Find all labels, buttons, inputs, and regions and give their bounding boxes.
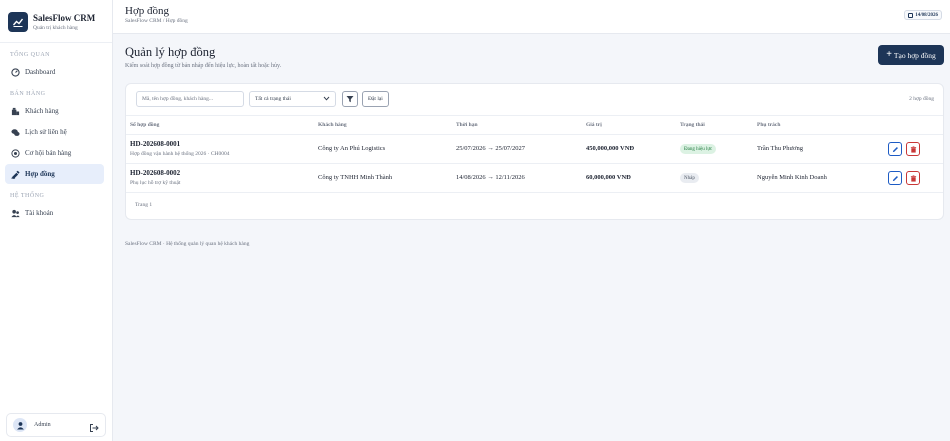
- sidebar-item-label: Lịch sử liên hệ: [25, 128, 67, 136]
- contract-description: Phụ lục hỗ trợ kỹ thuật: [130, 180, 181, 186]
- sidebar-item-dashboard[interactable]: Dashboard: [5, 62, 104, 82]
- filter-icon: [346, 90, 354, 108]
- column-header: Thời hạn: [456, 122, 478, 128]
- main-content: Quản lý hợp đồng Kiểm soát hợp đồng từ b…: [113, 34, 950, 441]
- status-select[interactable]: Tất cả trạng thái: [249, 91, 336, 107]
- user-name: Admin: [34, 422, 51, 428]
- status-badge: Đang hiệu lực: [680, 144, 717, 154]
- edit-button[interactable]: [888, 142, 902, 156]
- owner-name: Nguyễn Minh Kinh Doanh: [757, 174, 827, 181]
- search-placeholder: Mã, tên hợp đồng, khách hàng...: [142, 96, 214, 102]
- customer-name: Công ty An Phú Logistics: [318, 145, 386, 152]
- page-title: Quản lý hợp đồng: [125, 45, 216, 59]
- pagination: Trang 1: [135, 202, 153, 208]
- dashboard-icon: [10, 67, 20, 77]
- topbar: Hợp đồng SalesFlow CRM / Hợp đồng 14/08/…: [113, 0, 950, 34]
- page-subtitle: Kiểm soát hợp đồng từ bản nháp đến hiệu …: [125, 63, 282, 69]
- edit-button[interactable]: [888, 171, 902, 185]
- nav-section-overview: TỔNG QUAN: [10, 52, 50, 58]
- column-header: Giá trị: [586, 122, 602, 128]
- filter-bar: Mã, tên hợp đồng, khách hàng... Tất cả t…: [136, 91, 389, 107]
- user-panel: Admin: [6, 413, 106, 437]
- contract-value: 450,000,000 VNĐ: [586, 145, 635, 152]
- customer-name: Công ty TNHH Minh Thành: [318, 174, 393, 181]
- pencil-icon: [892, 146, 898, 152]
- date-text: 14/08/2026: [915, 12, 938, 18]
- brand-subtitle: Quản trị khách hàng: [33, 24, 78, 31]
- page-footer: SalesFlow CRM · Hệ thống quản lý quan hệ…: [125, 241, 250, 247]
- contract-code[interactable]: HD-202608-0002: [130, 169, 180, 177]
- nav-section-system: HỆ THỐNG: [10, 193, 45, 199]
- filter-button[interactable]: [342, 91, 358, 107]
- topbar-title: Hợp đồng: [125, 5, 170, 17]
- sidebar-item-contracts[interactable]: Hợp đồng: [5, 164, 104, 184]
- calendar-icon: [908, 12, 914, 18]
- sidebar-item-contact-history[interactable]: Lịch sử liên hệ: [5, 122, 104, 142]
- logout-icon[interactable]: [89, 420, 99, 432]
- column-header: Khách hàng: [318, 122, 347, 128]
- reset-button[interactable]: Đặt lại: [362, 91, 389, 107]
- column-header: Số hợp đồng: [130, 122, 160, 128]
- delete-button[interactable]: [906, 171, 920, 185]
- owner-name: Trần Thu Phương: [757, 145, 803, 152]
- sidebar-item-label: Tài khoản: [25, 209, 54, 217]
- users-icon: [10, 208, 20, 218]
- divider: [0, 42, 112, 43]
- date-badge: 14/08/2026: [904, 10, 942, 20]
- nav-section-sales: BÁN HÀNG: [10, 91, 46, 97]
- search-input[interactable]: Mã, tên hợp đồng, khách hàng...: [136, 91, 244, 107]
- sidebar-item-accounts[interactable]: Tài khoản: [5, 203, 104, 223]
- target-icon: [10, 148, 20, 158]
- sidebar-item-opportunities[interactable]: Cơ hội bán hàng: [5, 143, 104, 163]
- column-header: Phụ trách: [757, 122, 781, 128]
- create-contract-button[interactable]: + Tạo hợp đồng: [878, 45, 944, 65]
- sidebar: SalesFlow CRM Quản trị khách hàng TỔNG Q…: [0, 0, 113, 441]
- contract-icon: [10, 169, 20, 179]
- plus-icon: +: [886, 49, 892, 60]
- user-avatar-icon: [13, 418, 27, 432]
- column-header: Trạng thái: [680, 122, 705, 128]
- contract-code[interactable]: HD-202608-0001: [130, 140, 180, 148]
- brand[interactable]: SalesFlow CRM Quản trị khách hàng: [0, 0, 112, 34]
- pencil-icon: [892, 175, 898, 181]
- table-row[interactable]: HD-202608-0001 Hợp đồng vận hành hệ thốn…: [126, 135, 943, 164]
- breadcrumb: SalesFlow CRM / Hợp đồng: [125, 18, 188, 24]
- chevron-down-icon: [323, 96, 330, 103]
- contract-description: Hợp đồng vận hành hệ thống 2026 · CH0004: [130, 151, 230, 157]
- trash-icon: [910, 145, 916, 153]
- table-header: Số hợp đồng Khách hàng Thời hạn Giá trị …: [126, 115, 943, 135]
- contracts-card: Mã, tên hợp đồng, khách hàng... Tất cả t…: [125, 83, 944, 220]
- building-icon: [10, 106, 20, 116]
- contract-count: 2 hợp đồng: [909, 96, 934, 102]
- brand-name: SalesFlow CRM: [33, 12, 96, 23]
- sidebar-item-label: Hợp đồng: [25, 170, 55, 178]
- sidebar-item-customers[interactable]: Khách hàng: [5, 101, 104, 121]
- chart-logo-icon: [8, 12, 28, 32]
- create-contract-label: Tạo hợp đồng: [893, 50, 936, 60]
- contract-period: 25/07/2026 → 25/07/2027: [456, 145, 525, 152]
- sidebar-item-label: Dashboard: [25, 68, 56, 76]
- contract-value: 60,000,000 VNĐ: [586, 174, 631, 181]
- status-select-value: Tất cả trạng thái: [255, 96, 291, 102]
- chat-icon: [10, 127, 20, 137]
- trash-icon: [910, 174, 916, 182]
- table-row[interactable]: HD-202608-0002 Phụ lục hỗ trợ kỹ thuật C…: [126, 164, 943, 193]
- sidebar-item-label: Khách hàng: [25, 107, 59, 115]
- status-badge: Nháp: [680, 173, 699, 183]
- delete-button[interactable]: [906, 142, 920, 156]
- sidebar-item-label: Cơ hội bán hàng: [25, 149, 72, 157]
- contract-period: 14/08/2026 → 12/11/2026: [456, 174, 525, 181]
